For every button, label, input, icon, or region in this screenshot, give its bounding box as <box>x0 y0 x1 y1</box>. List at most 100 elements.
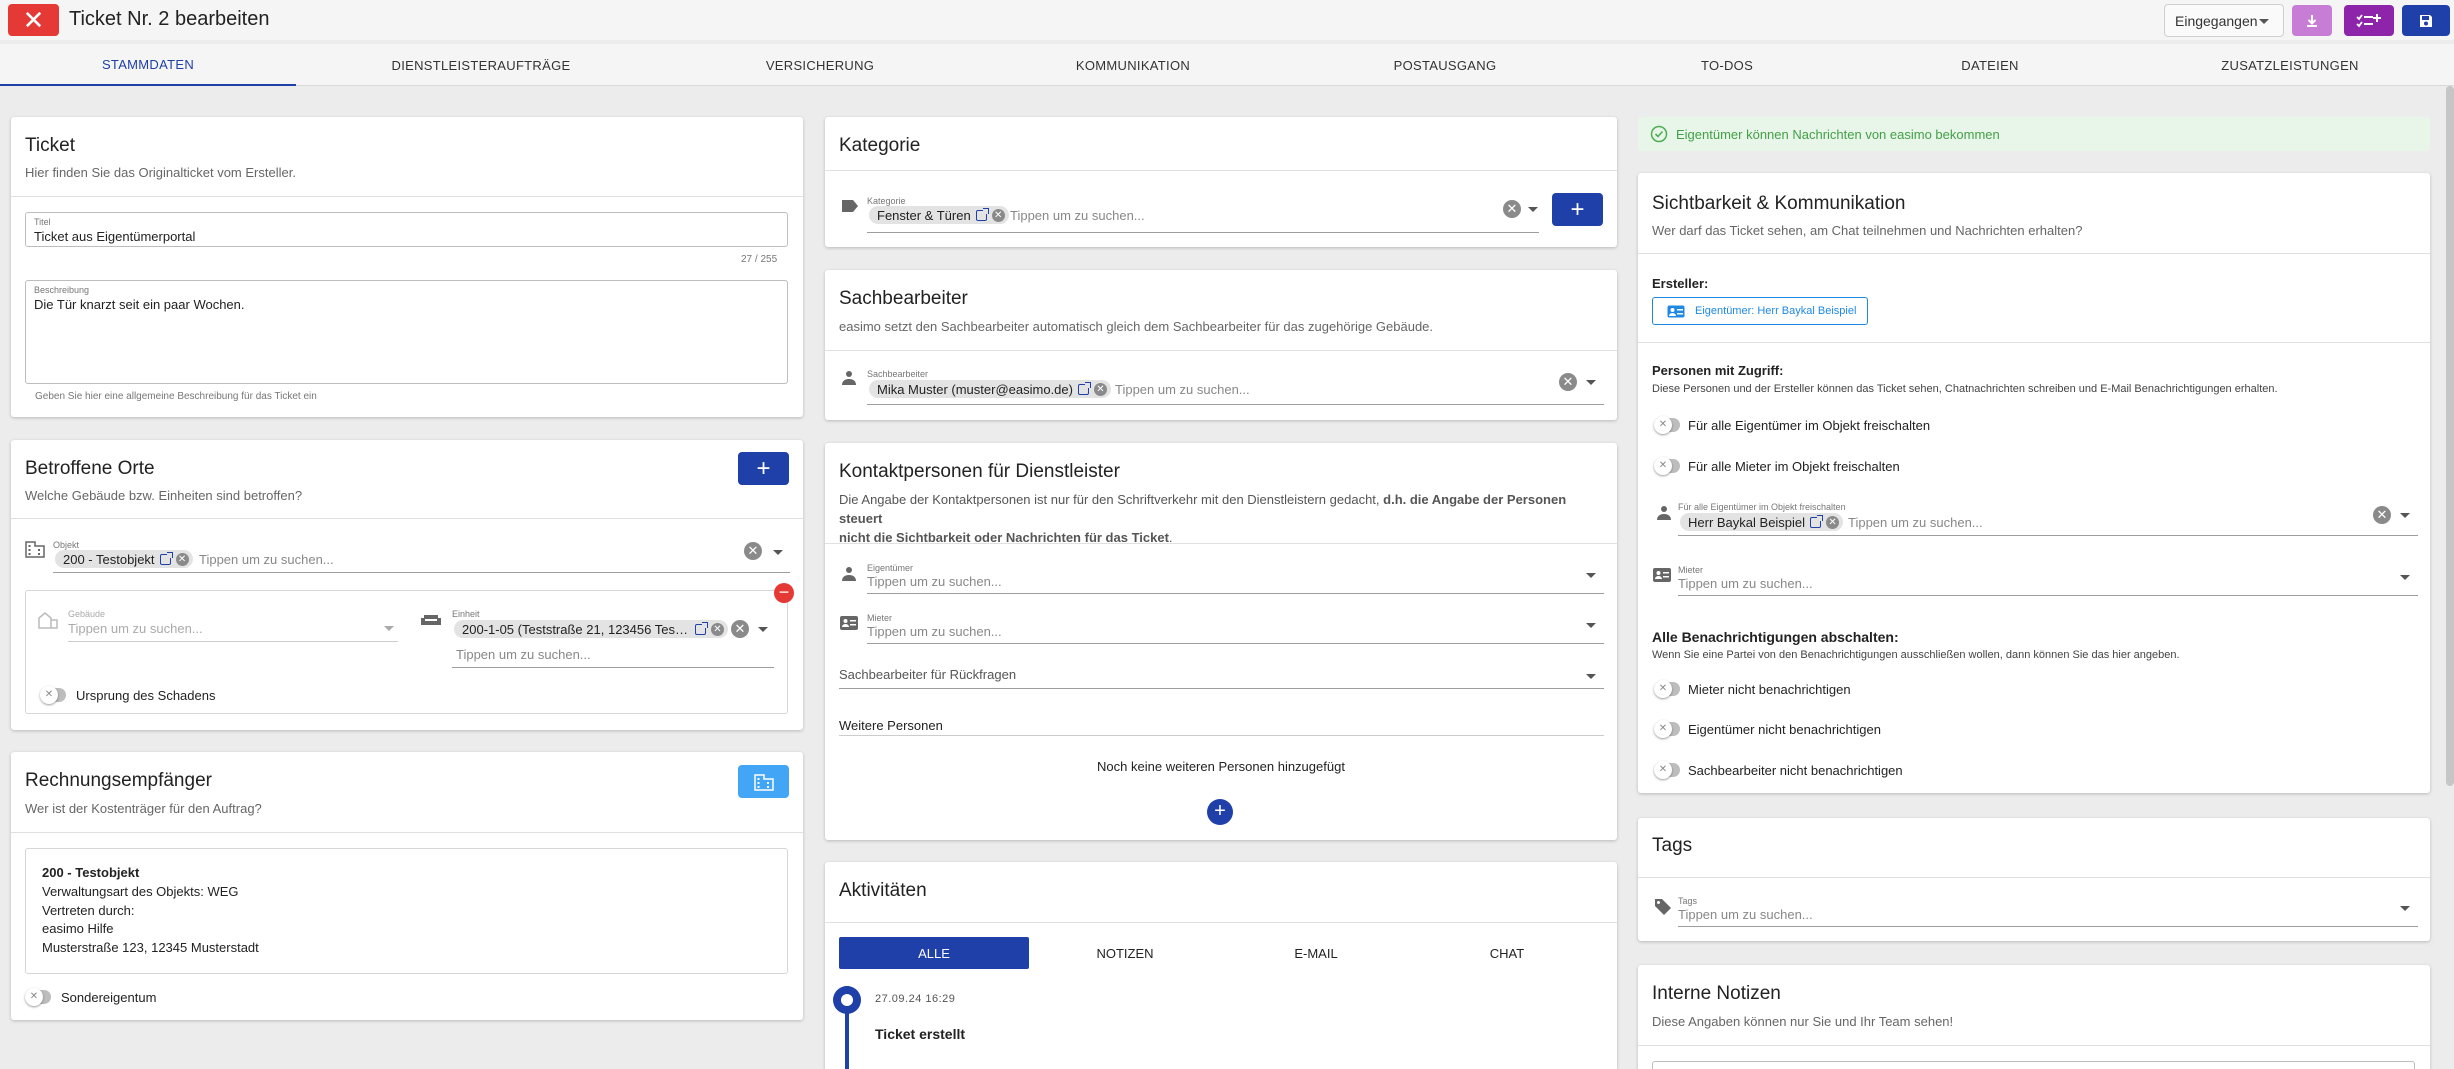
ursprung-toggle[interactable]: ✕ <box>40 686 66 704</box>
chevron-down-icon[interactable] <box>758 627 768 632</box>
open-external-icon[interactable] <box>975 207 989 221</box>
chevron-down-icon[interactable] <box>1528 207 1538 212</box>
tab-zusatzleistungen[interactable]: ZUSATZLEISTUNGEN <box>2150 44 2430 86</box>
chevron-down-icon[interactable] <box>1586 573 1596 578</box>
mieter-search-input[interactable]: Tippen um zu suchen... <box>1678 576 1813 591</box>
beschreibung-field[interactable]: Beschreibung Die Tür knarzt seit ein paa… <box>25 280 788 384</box>
add-kategorie-button[interactable]: + <box>1552 193 1603 226</box>
chip-remove-icon[interactable]: ✕ <box>1826 515 1840 529</box>
tab-kommunikation[interactable]: KOMMUNIKATION <box>1000 44 1266 86</box>
toggle-off-icon: ✕ <box>1654 457 1672 475</box>
chevron-down-icon <box>2259 19 2269 24</box>
notizen-field[interactable] <box>1652 1061 2415 1069</box>
sachbearbeiter-search-input[interactable]: Tippen um zu suchen... <box>1115 382 1250 397</box>
activity-tab-email[interactable]: E-MAIL <box>1221 937 1411 969</box>
add-ort-button[interactable]: + <box>738 452 789 485</box>
ersteller-label: Ersteller: <box>1652 276 1709 291</box>
activity-tab-alle[interactable]: ALLE <box>839 937 1029 969</box>
toggle-alle-mieter[interactable]: ✕ <box>1654 457 1680 475</box>
orte-subtitle: Welche Gebäude bzw. Einheiten sind betro… <box>25 488 303 503</box>
rueckfragen-select[interactable]: Sachbearbeiter für Rückfragen <box>839 667 1016 682</box>
tab-versicherung[interactable]: VERSICHERUNG <box>670 44 970 86</box>
toggle-alle-eigentuemer-label: Für alle Eigentümer im Objekt freischalt… <box>1688 418 1931 433</box>
chevron-down-icon[interactable] <box>773 550 783 555</box>
toggle-off-icon: ✕ <box>1654 720 1672 738</box>
activity-event-title: Ticket erstellt <box>875 1026 966 1042</box>
status-select[interactable]: Eingegangen <box>2164 4 2284 37</box>
toggle-sachbearbeiter-notify-label: Sachbearbeiter nicht benachrichtigen <box>1688 763 1903 778</box>
einheit-chip[interactable]: 200-1-05 (Teststraße 21, 123456 Testst..… <box>454 620 728 638</box>
kategorie-chip[interactable]: Fenster & Türen ✕ <box>869 206 1009 224</box>
clear-icon[interactable]: ✕ <box>1559 373 1577 391</box>
open-external-icon[interactable] <box>159 551 173 565</box>
plus-icon: + <box>756 454 771 482</box>
divider <box>1638 342 2430 343</box>
open-external-icon[interactable] <box>1810 514 1824 528</box>
sachbearbeiter-chip-label: Mika Muster (muster@easimo.de) <box>877 381 1073 397</box>
chip-remove-icon[interactable]: ✕ <box>175 552 189 566</box>
select-recipient-button[interactable] <box>738 765 789 798</box>
open-external-icon[interactable] <box>1077 381 1091 395</box>
underline <box>839 735 1604 736</box>
tab-dienstleisterauftraege[interactable]: DIENSTLEISTERAUFTRÄGE <box>336 44 626 86</box>
eigentuemer-search-input[interactable]: Tippen um zu suchen... <box>867 574 1002 589</box>
objekt-search-input[interactable]: Tippen um zu suchen... <box>199 552 334 567</box>
divider <box>825 543 1617 544</box>
house-icon <box>38 612 58 629</box>
chevron-down-icon[interactable] <box>2400 575 2410 580</box>
clear-icon[interactable]: ✕ <box>2373 506 2391 524</box>
chevron-down-icon[interactable] <box>2400 906 2410 911</box>
activity-tab-notizen[interactable]: NOTIZEN <box>1030 937 1220 969</box>
underline <box>1678 535 2418 536</box>
tab-postausgang[interactable]: POSTAUSGANG <box>1300 44 1590 86</box>
toggle-alle-eigentuemer[interactable]: ✕ <box>1654 416 1680 434</box>
clear-icon[interactable]: ✕ <box>744 542 762 560</box>
add-todo-button[interactable] <box>2344 5 2394 36</box>
tags-search-input[interactable]: Tippen um zu suchen... <box>1678 907 1813 922</box>
kategorie-search-input[interactable]: Tippen um zu suchen... <box>1010 208 1145 223</box>
chip-remove-icon[interactable]: ✕ <box>991 208 1005 222</box>
toggle-eigentuemer-notify[interactable]: ✕ <box>1654 720 1680 738</box>
titel-field[interactable]: Titel Ticket aus Eigentümerportal <box>25 212 788 247</box>
chip-remove-icon[interactable]: ✕ <box>1093 382 1107 396</box>
tab-stammdaten[interactable]: STAMMDATEN <box>0 44 296 86</box>
activity-tab-chat[interactable]: CHAT <box>1412 937 1602 969</box>
chevron-down-icon[interactable] <box>384 626 394 631</box>
divider <box>825 170 1617 171</box>
mieter-search-input[interactable]: Tippen um zu suchen... <box>867 624 1002 639</box>
sachbearbeiter-subtitle: easimo setzt den Sachbearbeiter automati… <box>839 319 1434 334</box>
zugriff-description: Diese Personen und der Ersteller können … <box>1652 383 2278 395</box>
einheit-search-input[interactable]: Tippen um zu suchen... <box>456 647 591 662</box>
chip-remove-icon[interactable]: ✕ <box>711 622 724 636</box>
download-button[interactable] <box>2292 5 2332 36</box>
timeline-dot-inner <box>841 994 853 1006</box>
eigentuemer-search-input[interactable]: Tippen um zu suchen... <box>1848 515 1983 530</box>
tab-dateien[interactable]: DATEIEN <box>1880 44 2100 86</box>
remove-einheit-button[interactable]: − <box>774 583 794 603</box>
tab-todos[interactable]: TO-DOS <box>1620 44 1834 86</box>
objekt-chip[interactable]: 200 - Testobjekt ✕ <box>55 550 193 568</box>
divider <box>1638 877 2430 878</box>
scrollbar[interactable] <box>2446 86 2454 786</box>
chevron-down-icon[interactable] <box>1586 380 1596 385</box>
gebaeude-search-input[interactable]: Tippen um zu suchen... <box>68 621 203 636</box>
chevron-down-icon[interactable] <box>1586 674 1596 679</box>
save-icon <box>2420 14 2432 27</box>
clear-icon[interactable]: ✕ <box>731 620 749 638</box>
sachbearbeiter-chip[interactable]: Mika Muster (muster@easimo.de) ✕ <box>869 380 1111 398</box>
eigentuemer-chip[interactable]: Herr Baykal Beispiel ✕ <box>1680 513 1844 531</box>
clear-icon[interactable]: ✕ <box>1503 200 1521 218</box>
add-person-button[interactable]: + <box>1207 799 1233 825</box>
save-button[interactable] <box>2402 5 2450 36</box>
toggle-off-icon: ✕ <box>1654 761 1672 779</box>
chevron-down-icon[interactable] <box>1586 623 1596 628</box>
chevron-down-icon[interactable] <box>2400 513 2410 518</box>
open-external-icon[interactable] <box>695 621 708 635</box>
toggle-sachbearbeiter-notify[interactable]: ✕ <box>1654 761 1680 779</box>
toggle-mieter-notify[interactable]: ✕ <box>1654 680 1680 698</box>
toggle-alle-mieter-label: Für alle Mieter im Objekt freischalten <box>1688 459 1900 474</box>
close-button[interactable]: ✕ <box>8 4 59 36</box>
sondereigentum-toggle[interactable]: ✕ <box>25 988 51 1006</box>
divider <box>1638 1045 2430 1046</box>
ersteller-button[interactable]: Eigentümer: Herr Baykal Beispiel <box>1652 297 1868 325</box>
